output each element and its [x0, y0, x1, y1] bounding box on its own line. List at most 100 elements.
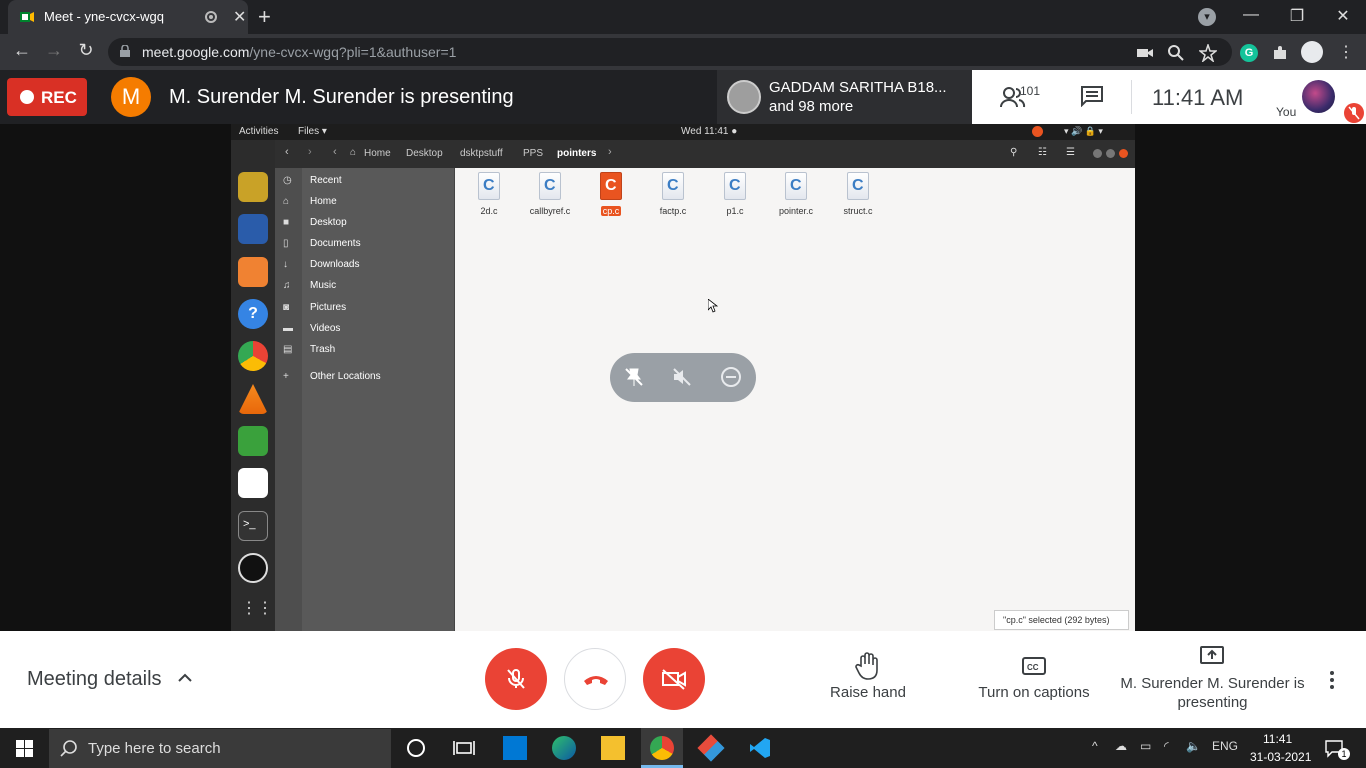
- sidebar-item-music[interactable]: Music: [310, 280, 336, 291]
- more-options-icon[interactable]: [1325, 670, 1339, 690]
- grammarly-extension-icon[interactable]: G: [1240, 44, 1258, 62]
- edge-icon[interactable]: [552, 736, 576, 760]
- sidebar-item-other-locations[interactable]: Other Locations: [310, 371, 381, 382]
- rhythmbox-icon[interactable]: [238, 172, 268, 202]
- tab-search-button[interactable]: ▾: [1198, 8, 1216, 26]
- browser-menu-icon[interactable]: ⋮: [1338, 42, 1354, 62]
- breadcrumb-desktop[interactable]: Desktop: [406, 148, 443, 159]
- close-window-button[interactable]: ✕: [1333, 6, 1353, 26]
- raise-hand-icon[interactable]: [855, 652, 881, 680]
- lock-icon: [120, 45, 130, 57]
- bookmark-star-icon[interactable]: [1199, 44, 1217, 62]
- microsoft-store-icon[interactable]: [503, 736, 527, 760]
- sidebar-item-recent[interactable]: Recent: [310, 175, 342, 186]
- taskbar-date[interactable]: 31-03-2021: [1250, 750, 1311, 764]
- onedrive-icon[interactable]: ☁: [1115, 739, 1127, 753]
- new-tab-button[interactable]: +: [258, 4, 271, 30]
- profile-avatar[interactable]: [1301, 41, 1323, 63]
- nav-forward-icon[interactable]: ›: [308, 146, 312, 158]
- breadcrumb-pointers[interactable]: pointers: [557, 148, 596, 159]
- mute-audio-icon[interactable]: [671, 366, 693, 388]
- browser-tab[interactable]: Meet - yne-cvcx-wgq ✕: [8, 0, 248, 34]
- software-center-icon[interactable]: [238, 257, 268, 287]
- minimize-button[interactable]: —: [1241, 6, 1261, 24]
- nav-back-icon[interactable]: ‹: [285, 146, 289, 158]
- vscode-icon[interactable]: [748, 736, 772, 760]
- task-view-icon[interactable]: [452, 736, 476, 760]
- file-item[interactable]: 2d.c: [459, 172, 519, 216]
- divider: [1131, 80, 1132, 114]
- obs-studio-icon[interactable]: [238, 553, 268, 583]
- zoom-icon[interactable]: [1167, 44, 1185, 62]
- microphone-toggle-button[interactable]: [485, 648, 547, 710]
- tab-close-icon[interactable]: ✕: [233, 7, 246, 27]
- battery-icon[interactable]: ▭: [1140, 739, 1151, 753]
- file-explorer-icon[interactable]: [601, 736, 625, 760]
- window-minimize-icon[interactable]: [1093, 149, 1102, 158]
- breadcrumb-home[interactable]: Home: [364, 148, 391, 159]
- wifi-icon[interactable]: ◜: [1164, 739, 1169, 753]
- view-toggle-icon[interactable]: ☷: [1038, 147, 1047, 158]
- unpin-icon[interactable]: [623, 366, 645, 388]
- sidebar-item-home[interactable]: Home: [310, 196, 337, 207]
- show-applications-icon[interactable]: ⋮⋮: [241, 598, 273, 618]
- self-avatar[interactable]: [1302, 80, 1335, 113]
- remove-icon[interactable]: [720, 366, 742, 388]
- activities-button[interactable]: Activities: [239, 126, 278, 137]
- extensions-puzzle-icon[interactable]: [1271, 44, 1289, 62]
- chrome-icon[interactable]: [238, 341, 268, 371]
- sidebar-item-desktop[interactable]: Desktop: [310, 217, 347, 228]
- presenting-button[interactable]: M. Surender M. Surender is presenting: [1120, 674, 1305, 712]
- windows-start-icon[interactable]: [16, 740, 33, 757]
- sidebar-item-pictures[interactable]: Pictures: [310, 302, 346, 313]
- sidebar-item-documents[interactable]: Documents: [310, 238, 361, 249]
- file-item[interactable]: struct.c: [828, 172, 888, 216]
- file-item[interactable]: factp.c: [643, 172, 703, 216]
- sidebar-item-trash[interactable]: Trash: [310, 344, 335, 355]
- raise-hand-button[interactable]: Raise hand: [820, 684, 916, 701]
- restore-button[interactable]: ❐: [1287, 6, 1307, 26]
- document-viewer-icon[interactable]: [238, 468, 268, 498]
- reload-button[interactable]: ↻: [74, 40, 98, 61]
- leave-call-button[interactable]: [564, 648, 626, 710]
- rec-label: REC: [41, 88, 77, 107]
- breadcrumb-left-icon[interactable]: ‹: [333, 146, 337, 158]
- camera-toggle-button[interactable]: [643, 648, 705, 710]
- taskbar-time[interactable]: 11:41: [1263, 732, 1292, 746]
- forward-button[interactable]: →: [42, 40, 66, 61]
- help-icon[interactable]: ?: [238, 299, 268, 329]
- chrome-taskbar-icon[interactable]: [650, 736, 674, 760]
- breadcrumb-pps[interactable]: PPS: [523, 148, 543, 159]
- language-indicator[interactable]: ENG: [1212, 739, 1238, 753]
- files-search-icon[interactable]: ⚲: [1010, 147, 1017, 158]
- terminal-icon[interactable]: >_: [238, 511, 268, 541]
- window-close-icon[interactable]: [1119, 149, 1128, 158]
- participant-card[interactable]: GADDAM SARITHA B18... and 98 more: [717, 70, 972, 124]
- captions-icon[interactable]: CC: [1021, 656, 1047, 676]
- tray-overflow-icon[interactable]: ^: [1092, 739, 1098, 753]
- window-maximize-icon[interactable]: [1106, 149, 1115, 158]
- file-item-selected[interactable]: cp.c: [581, 172, 641, 219]
- cortana-icon[interactable]: [407, 739, 425, 757]
- sidebar-item-downloads[interactable]: Downloads: [310, 259, 359, 270]
- file-item[interactable]: callbyref.c: [520, 172, 580, 216]
- present-screen-icon[interactable]: [1199, 645, 1225, 667]
- obs-tray-icon: [1032, 126, 1043, 137]
- chat-icon[interactable]: [1080, 85, 1104, 107]
- file-item[interactable]: pointer.c: [766, 172, 826, 216]
- chevron-up-icon[interactable]: [177, 670, 193, 686]
- breadcrumb-dsktpstuff[interactable]: dsktpstuff: [460, 148, 503, 159]
- breadcrumb-right-icon[interactable]: ›: [608, 146, 612, 158]
- files-app-menu[interactable]: Files ▾: [298, 126, 327, 137]
- volume-icon[interactable]: 🔈: [1186, 739, 1201, 753]
- sidebar-item-videos[interactable]: Videos: [310, 323, 340, 334]
- back-button[interactable]: ←: [10, 40, 34, 61]
- meeting-details-button[interactable]: Meeting details: [27, 668, 162, 691]
- captions-button[interactable]: Turn on captions: [970, 684, 1098, 701]
- libreoffice-calc-icon[interactable]: [238, 426, 268, 456]
- libreoffice-writer-icon[interactable]: [238, 214, 268, 244]
- file-item[interactable]: p1.c: [705, 172, 765, 216]
- camera-indicator-icon[interactable]: [1136, 44, 1154, 62]
- files-menu-icon[interactable]: ☰: [1066, 147, 1075, 158]
- system-tray-icons[interactable]: ▾ 🔊 🔒 ▾: [1064, 126, 1103, 137]
